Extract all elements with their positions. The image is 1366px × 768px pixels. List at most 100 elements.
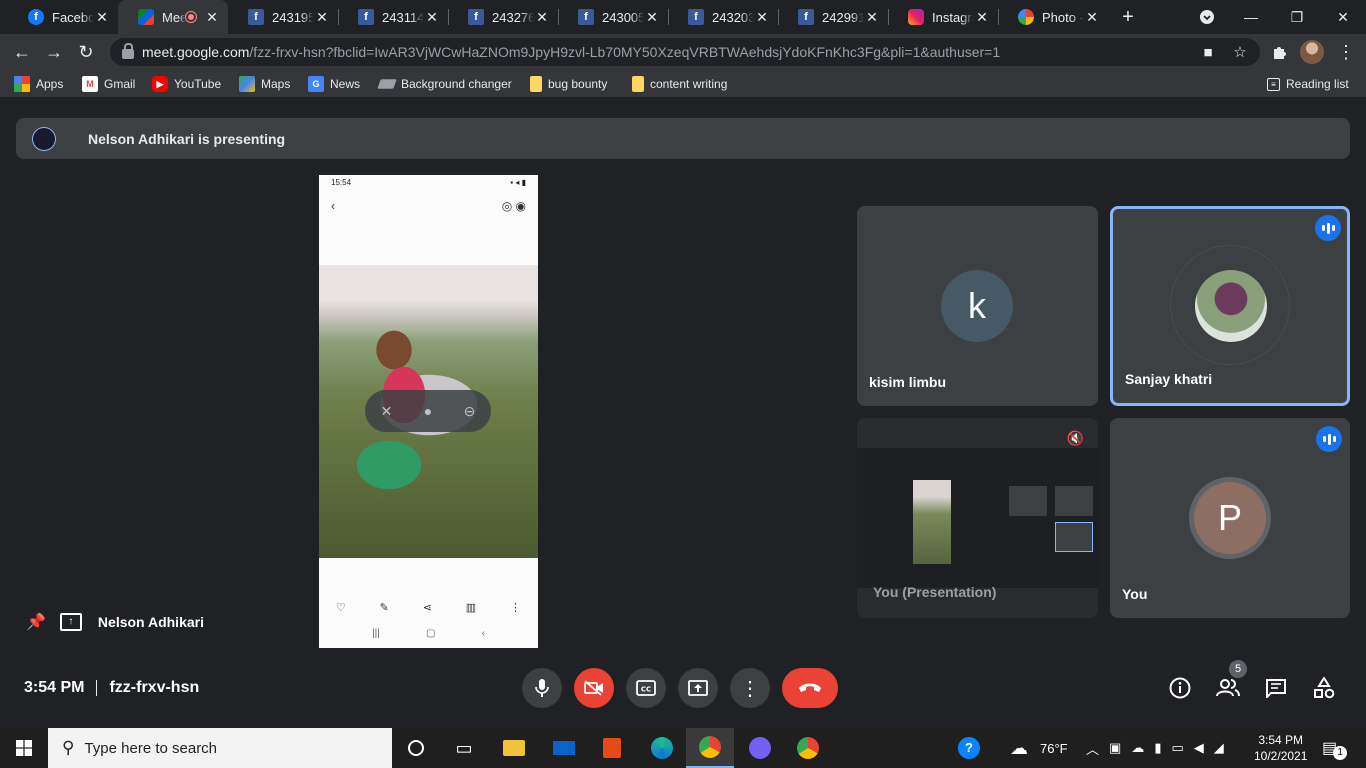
- camera-off-icon: [584, 680, 603, 696]
- close-tab-icon[interactable]: ✕: [424, 9, 440, 26]
- presenter-label: 📌 ↑ Nelson Adhikari: [26, 609, 204, 635]
- close-tab-icon[interactable]: ✕: [974, 9, 990, 26]
- minimize-icon[interactable]: —: [1228, 0, 1274, 34]
- task-view-button[interactable]: ▭: [440, 728, 488, 768]
- wifi-icon[interactable]: ◢: [1214, 740, 1224, 756]
- close-tab-icon[interactable]: ✕: [754, 9, 770, 26]
- close-window-icon[interactable]: ✕: [1320, 0, 1366, 34]
- camera-off-button[interactable]: [574, 668, 614, 708]
- bookmark-content-writing[interactable]: content writing: [632, 74, 727, 94]
- mail-button[interactable]: [540, 728, 588, 768]
- tab-google-photos[interactable]: Photo - Google Photos ✕: [998, 0, 1108, 34]
- address-bar[interactable]: meet.google.com/fzz-frxv-hsn?fbclid=IwAR…: [110, 38, 1260, 66]
- mute-icon[interactable]: ●: [424, 403, 432, 419]
- start-button[interactable]: [0, 728, 48, 768]
- onedrive-icon[interactable]: ☁: [1131, 740, 1144, 756]
- participant-avatar: P: [1194, 482, 1266, 554]
- meet-indicator-icon[interactable]: ▣: [1109, 740, 1121, 756]
- close-tab-icon[interactable]: ✕: [864, 9, 880, 26]
- help-button[interactable]: ?: [958, 728, 980, 768]
- tab-facebook-3[interactable]: f 24311476 ✕: [338, 0, 448, 34]
- reading-list-button[interactable]: ≡ Reading list: [1267, 74, 1349, 94]
- meeting-details-button[interactable]: [1166, 674, 1194, 702]
- battery-icon[interactable]: ▭: [1171, 740, 1183, 756]
- weather-widget[interactable]: ☁ 76°F: [1010, 728, 1068, 768]
- present-now-button[interactable]: [678, 668, 718, 708]
- lock-icon[interactable]: [122, 43, 134, 59]
- bookmark-maps[interactable]: Maps: [239, 74, 290, 94]
- reload-icon[interactable]: ↻: [72, 38, 100, 66]
- chat-button[interactable]: [1262, 674, 1290, 702]
- new-tab-button[interactable]: +: [1106, 0, 1150, 34]
- edge-button[interactable]: [638, 728, 686, 768]
- tab-title: 24320369: [712, 9, 754, 25]
- unpin-icon[interactable]: ✕: [381, 403, 393, 420]
- leave-call-button[interactable]: [782, 668, 838, 708]
- close-tab-icon[interactable]: ✕: [204, 9, 220, 26]
- tab-facebook-6[interactable]: f 24320369 ✕: [668, 0, 778, 34]
- chrome-icon: [699, 736, 721, 758]
- tab-facebook[interactable]: f Facebook ✕: [8, 0, 118, 34]
- cortana-button[interactable]: [392, 728, 440, 768]
- activities-button[interactable]: [1310, 674, 1338, 702]
- tab-meet[interactable]: Meet - fzz-frxv-hsn ✕: [118, 0, 228, 34]
- chrome-taskbar-button-active[interactable]: [686, 728, 734, 768]
- thumbnail-tile: [1055, 522, 1093, 552]
- tab-search-icon[interactable]: [1184, 0, 1230, 34]
- tab-instagram[interactable]: Instagram ✕: [888, 0, 998, 34]
- bookmark-bug-bounty[interactable]: bug bounty: [530, 74, 607, 94]
- microphone-tray-icon[interactable]: ▮: [1154, 740, 1161, 756]
- browser-menu-icon[interactable]: ⋮: [1332, 38, 1360, 66]
- close-tab-icon[interactable]: ✕: [314, 9, 330, 26]
- participant-tile-sanjay[interactable]: Sanjay khatri: [1110, 206, 1350, 406]
- tab-facebook-7[interactable]: f 24299196 ✕: [778, 0, 888, 34]
- file-explorer-button[interactable]: [490, 728, 538, 768]
- notifications-button[interactable]: ▤ 1: [1322, 728, 1348, 768]
- bookmark-news[interactable]: G News: [308, 74, 360, 94]
- bookmark-youtube[interactable]: ▶ YouTube: [152, 74, 221, 94]
- participant-avatar: [1195, 270, 1267, 342]
- chrome-button[interactable]: [784, 728, 832, 768]
- close-tab-icon[interactable]: ✕: [1084, 9, 1100, 26]
- participant-tile-you[interactable]: P You: [1110, 418, 1350, 618]
- meeting-info: 3:54 PM fzz-frxv-hsn: [24, 679, 199, 697]
- bookmark-star-icon[interactable]: ☆: [1226, 38, 1254, 66]
- profile-avatar[interactable]: [1300, 40, 1324, 64]
- participant-tile-kisim[interactable]: k kisim limbu: [857, 206, 1098, 406]
- taskbar-search[interactable]: ⚲ Type here to search: [48, 728, 392, 768]
- volume-icon[interactable]: ◀: [1194, 740, 1204, 756]
- chevron-up-icon[interactable]: ︿: [1086, 739, 1099, 758]
- more-options-button[interactable]: ⋮: [730, 668, 770, 708]
- bookmark-gmail[interactable]: M Gmail: [82, 74, 135, 94]
- close-tab-icon[interactable]: ✕: [644, 9, 660, 26]
- camera-in-use-icon[interactable]: ■: [1194, 38, 1222, 66]
- shared-screen[interactable]: 15:54 ▪ ◂ ▮ ‹ ◎ ◉ ✕ ● ⊖ ♡ ✎ ⋖ ▥ ⋮ ||| ▢ …: [319, 175, 538, 648]
- remove-icon[interactable]: ⊖: [464, 403, 476, 420]
- viber-button[interactable]: [736, 728, 784, 768]
- taskbar-time: 3:54 PM: [1258, 733, 1304, 747]
- forward-icon[interactable]: →: [40, 38, 68, 66]
- bookmark-label: Maps: [261, 77, 291, 91]
- close-tab-icon[interactable]: ✕: [94, 9, 110, 26]
- people-button[interactable]: [1214, 674, 1242, 702]
- bookmark-apps[interactable]: Apps: [14, 74, 63, 94]
- captions-button[interactable]: CC: [626, 668, 666, 708]
- close-tab-icon[interactable]: ✕: [534, 9, 550, 26]
- tab-facebook-2[interactable]: f 24319549 ✕: [228, 0, 338, 34]
- participant-name: kisim limbu: [869, 374, 947, 390]
- pin-icon[interactable]: 📌: [26, 612, 46, 632]
- microphone-button[interactable]: [522, 668, 562, 708]
- tab-facebook-5[interactable]: f 24300586 ✕: [558, 0, 668, 34]
- bookmark-background-changer[interactable]: Background changer: [377, 74, 512, 94]
- back-icon[interactable]: ←: [8, 38, 36, 66]
- cortana-icon: [408, 740, 424, 756]
- office-button[interactable]: [588, 728, 636, 768]
- extensions-icon[interactable]: [1266, 38, 1294, 66]
- tab-facebook-4[interactable]: f 24327638 ✕: [448, 0, 558, 34]
- folder-icon: [530, 76, 542, 92]
- speaking-indicator-icon: [1315, 215, 1341, 241]
- clock[interactable]: 3:54 PM 10/2/2021: [1254, 728, 1307, 768]
- participant-tile-presentation[interactable]: 🔇 You (Presentation): [857, 418, 1098, 618]
- restore-icon[interactable]: ❐: [1274, 0, 1320, 34]
- weather-temperature: 76°F: [1040, 740, 1068, 756]
